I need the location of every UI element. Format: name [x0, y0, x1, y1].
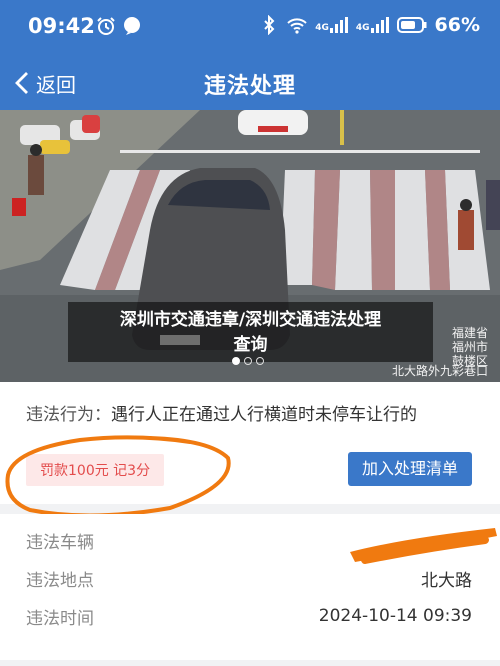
behavior-text: 遇行人正在通过人行横道时未停车让行的: [111, 405, 417, 425]
signal-bars-icon: [370, 17, 389, 33]
behavior-label: 违法行为：: [26, 405, 111, 425]
signal-2: 4G: [356, 17, 389, 33]
caption-line-2: 查询: [233, 335, 268, 355]
annotation-circle: [5, 435, 231, 518]
page-title: 违法处理: [203, 74, 296, 99]
status-bar: 09:42 4G 4G 66%: [0, 0, 500, 56]
carousel-dot[interactable]: [232, 357, 240, 365]
bluetooth-icon: [264, 15, 275, 35]
battery-percent: 66%: [434, 14, 480, 36]
carousel-dot[interactable]: [244, 357, 252, 365]
carousel-indicator[interactable]: [232, 357, 264, 365]
photo-caption: 深圳市交通违章/深圳交通违法处理 查询: [68, 302, 433, 362]
chat-bubble-icon: [124, 17, 140, 35]
camera-watermark: 福建省 福州市 鼓楼区: [451, 326, 488, 368]
detail-key: 违法地点: [26, 570, 94, 591]
detail-key: 违法时间: [26, 608, 94, 629]
signal-1: 4G: [315, 17, 348, 33]
camera-watermark-location: 北大路外九彩巷口: [391, 364, 488, 378]
status-right-icons: 4G 4G 66%: [259, 14, 480, 36]
caption-line-1: 深圳市交通违章/深圳交通违法处理: [119, 310, 382, 330]
violation-behavior: 违法行为：遇行人正在通过人行横道时未停车让行的: [26, 400, 417, 425]
detail-value: 2024-10-14 09:39: [318, 606, 472, 626]
violation-photo: 福建省 福州市 鼓楼区 北大路外九彩巷口 深圳市交通违章/深圳交通违法处理 查询: [0, 110, 500, 382]
wifi-icon: [287, 18, 307, 34]
redaction-scribble: [350, 528, 497, 564]
add-to-list-button[interactable]: 加入处理清单: [348, 452, 472, 486]
status-left-icons: [96, 16, 142, 36]
detail-row-time: 违法时间 2024-10-14 09:39: [26, 598, 472, 634]
signal-bars-icon: [329, 17, 348, 33]
status-time: 09:42: [28, 14, 95, 38]
alarm-icon: [97, 17, 115, 35]
carousel-dot[interactable]: [256, 357, 264, 365]
nav-bar: 返回 违法处理: [0, 56, 500, 110]
detail-key: 违法车辆: [26, 532, 94, 553]
battery-icon: [396, 17, 427, 33]
